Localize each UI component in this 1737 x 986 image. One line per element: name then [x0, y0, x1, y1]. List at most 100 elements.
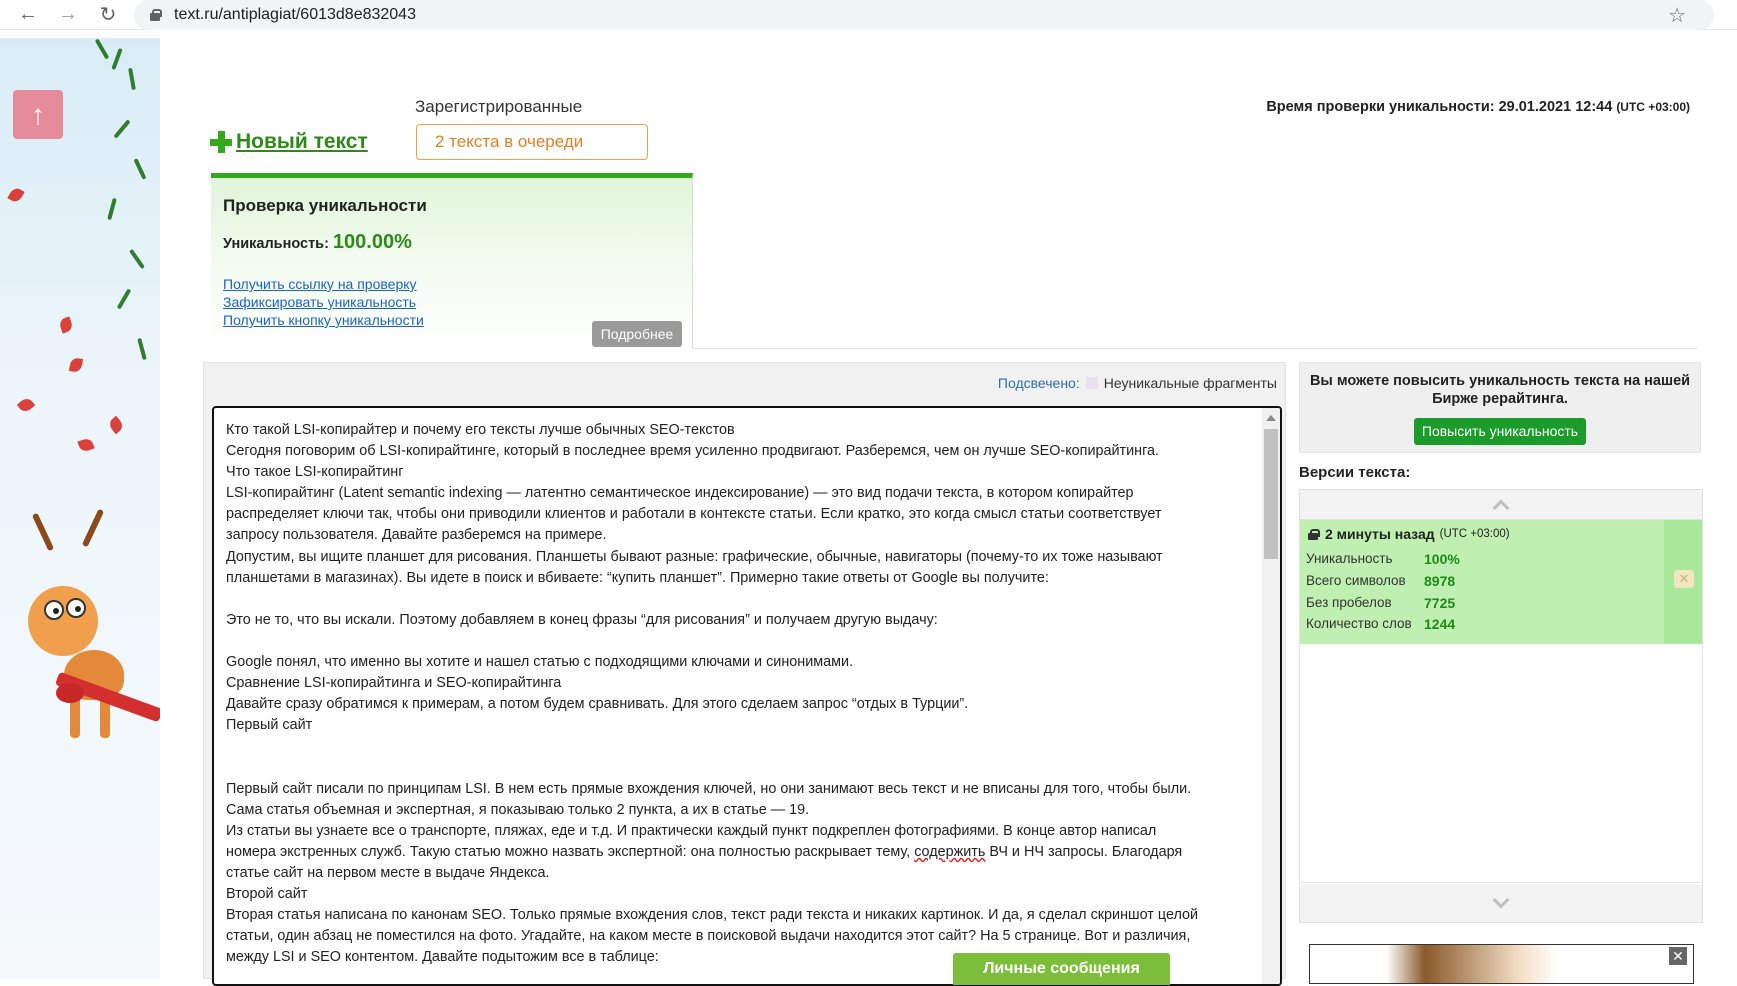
registered-label: Зарегистрированные [415, 97, 583, 116]
text-line: статье сайт на первом месте в выдаче Янд… [226, 864, 550, 881]
text-line: Сама статья объемная и экспертная, я пок… [226, 801, 810, 818]
version-head: 2 минуты назад (UTC +03:00) [1308, 526, 1510, 542]
lock-icon [150, 9, 162, 21]
new-text-link[interactable]: Новый текст [210, 130, 368, 154]
browser-toolbar: ← → ↻ text.ru/antiplagiat/6013d8e832043 … [0, 0, 1737, 30]
version-row-value: 1244 [1424, 616, 1456, 632]
close-icon[interactable]: ✕ [1669, 947, 1687, 965]
text-panel: Подсвечено: Неуникальные фрагменты Кто т… [203, 362, 1286, 986]
uniqueness-line: Уникальность: 100.00% [223, 231, 412, 254]
text-line: распределяет ключи так, чтобы они привод… [226, 506, 1162, 523]
address-bar[interactable]: text.ru/antiplagiat/6013d8e832043 ☆ [134, 0, 1714, 30]
version-row-label: Количество слов [1306, 616, 1412, 631]
text-line: Что такое LSI-копирайтинг [226, 464, 404, 481]
version-item[interactable]: 2 минуты назад (UTC +03:00) Уникальность… [1300, 520, 1702, 644]
version-row-value: 100% [1424, 551, 1460, 567]
red-leaf [57, 316, 75, 334]
versions-title: Версии текста: [1299, 464, 1411, 481]
check-time: Время проверки уникальности: 29.01.2021 … [1266, 99, 1690, 115]
red-leaf [106, 415, 126, 435]
version-row-chars: Всего символов 8978 [1306, 573, 1506, 589]
version-row-uniqueness: Уникальность 100% [1306, 551, 1506, 567]
uniqueness-value: 100.00% [332, 231, 412, 253]
deer-antler [31, 512, 55, 552]
plus-icon [210, 131, 232, 153]
text-line: Из статьи вы узнаете все о транспорте, п… [226, 822, 1157, 839]
advertisement-banner[interactable]: ✕ [1309, 944, 1694, 984]
scroll-thumb[interactable] [1264, 429, 1278, 559]
fir-needle [128, 67, 136, 91]
bookmark-star-icon[interactable]: ☆ [1668, 3, 1686, 28]
text-line: статьи, один абзац не поместился на фото… [226, 928, 1191, 945]
fir-needle [137, 337, 147, 361]
text-line [226, 758, 1246, 779]
version-row-no-spaces: Без пробелов 7725 [1306, 595, 1506, 611]
text-line: Первый сайт [226, 717, 313, 734]
checked-text-area[interactable]: Кто такой LSI-копирайтер и почему его те… [212, 406, 1282, 986]
text-line: Сравнение LSI-копирайтинга и SEO-копирай… [226, 675, 562, 692]
uniqueness-result: Проверка уникальности Уникальность: 100.0… [211, 173, 693, 348]
fir-needle [133, 158, 147, 180]
fir-needle [116, 288, 132, 310]
fir-needle [113, 119, 131, 139]
reload-icon[interactable]: ↻ [94, 1, 122, 29]
check-time-label: Время проверки уникальности: 29.01.2021 … [1266, 99, 1613, 115]
versions-scroll-down[interactable] [1300, 882, 1702, 922]
fir-needle [107, 197, 117, 221]
version-row-words: Количество слов 1244 [1306, 616, 1506, 632]
legend-swatch [1085, 377, 1098, 389]
text-line [226, 589, 1246, 610]
get-button-link[interactable]: Получить кнопку уникальности [223, 312, 424, 328]
text-scrollbar[interactable] [1262, 408, 1280, 984]
deer-bow [56, 683, 84, 703]
versions-scroll-up[interactable] [1300, 490, 1702, 520]
text-line: Сегодня поговорим об LSI-копирайтинге, к… [226, 443, 1160, 460]
fir-needle [111, 47, 123, 71]
text-line: Давайте сразу обратимся к примерам, а по… [226, 696, 969, 713]
red-leaf [16, 395, 36, 415]
scroll-to-top-button[interactable]: ↑ [13, 90, 63, 139]
text-line: Google понял, что именно вы хотите и наш… [226, 654, 854, 671]
chevron-up-icon [1492, 499, 1510, 516]
delete-version-icon[interactable]: ✕ [1674, 570, 1694, 588]
version-row-label: Уникальность [1306, 551, 1393, 566]
red-leaf [68, 357, 84, 373]
fix-uniqueness-link[interactable]: Зафиксировать уникальность [223, 294, 416, 310]
get-check-link[interactable]: Получить ссылку на проверку [223, 276, 417, 292]
text-line: Второй сайт [226, 886, 308, 903]
version-tz: (UTC +03:00) [1439, 528, 1510, 540]
text-line: Это не то, что вы искали. Поэтому добавл… [226, 611, 938, 628]
text-line: Допустим, вы ищите планшет для рисования… [226, 548, 1163, 565]
boost-uniqueness-box: Вы можете повысить уникальность текста н… [1299, 362, 1701, 453]
divider [693, 348, 1697, 349]
red-leaf [7, 185, 25, 205]
version-row-value: 8978 [1424, 573, 1456, 589]
fir-needle [129, 248, 145, 270]
red-leaf [77, 436, 95, 454]
spelling-error: содержить [914, 843, 986, 860]
versions-box: 2 минуты назад (UTC +03:00) Уникальность… [1299, 489, 1703, 923]
text-line: запросу пользователя. Давайте разберемся… [226, 527, 607, 544]
text-line: планшетами в магазинах). Вы идете в поис… [226, 569, 1049, 586]
version-time: 2 минуты назад [1325, 526, 1435, 542]
new-text-label[interactable]: Новый текст [236, 130, 368, 154]
back-icon[interactable]: ← [14, 1, 42, 29]
text-line: LSI-копирайтинг (Latent semantic indexin… [226, 485, 1134, 502]
forward-icon[interactable]: → [54, 1, 82, 29]
url-text: text.ru/antiplagiat/6013d8e832043 [174, 6, 416, 23]
lock-icon [1308, 528, 1320, 540]
queue-button[interactable]: 2 текста в очереди [416, 124, 648, 160]
text-line [226, 736, 1246, 757]
text-content: Кто такой LSI-копирайтер и почему его те… [226, 420, 1246, 968]
deer-antler [81, 508, 105, 548]
more-button[interactable]: Подробнее [592, 321, 682, 347]
chevron-down-icon [1492, 891, 1510, 908]
boost-button[interactable]: Повысить уникальность [1413, 418, 1587, 445]
scroll-up-arrow-icon[interactable] [1266, 415, 1276, 421]
deer-eye [66, 598, 86, 618]
text-line: Кто такой LSI-копирайтер и почему его те… [226, 422, 735, 438]
legend-value: Неуникальные фрагменты [1103, 375, 1277, 391]
text-line: Первый сайт писали по принципам LSI. В н… [226, 780, 1192, 797]
private-messages-button[interactable]: Личные сообщения [953, 953, 1170, 985]
deer-eye [44, 600, 64, 620]
